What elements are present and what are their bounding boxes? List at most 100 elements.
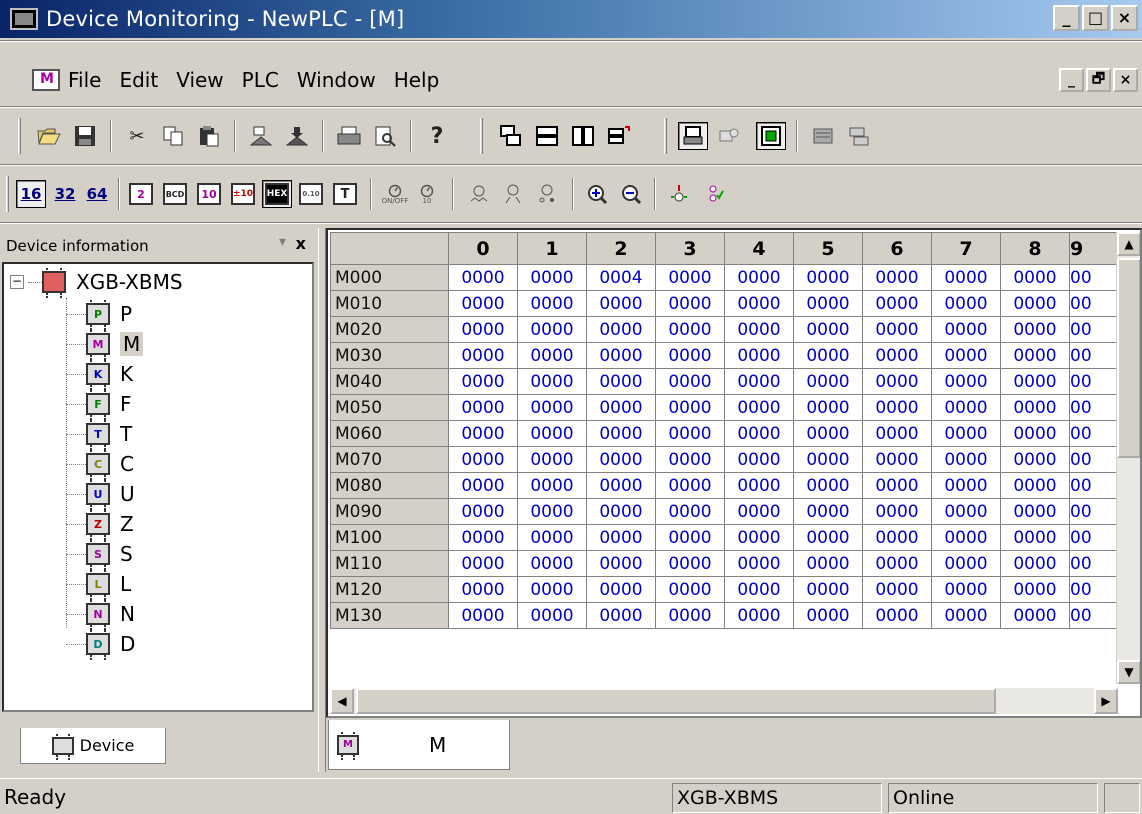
tree-root-node[interactable]: − XGB-XBMS bbox=[10, 268, 183, 296]
column-header[interactable]: 2 bbox=[586, 232, 656, 265]
menu-edit[interactable]: Edit bbox=[119, 68, 158, 92]
maximize-button[interactable]: □ bbox=[1082, 5, 1109, 31]
value-cell[interactable]: 0000 bbox=[586, 498, 656, 525]
value-cell[interactable]: 0000 bbox=[517, 576, 587, 603]
value-cell[interactable]: 0000 bbox=[517, 550, 587, 577]
value-cell[interactable]: 0000 bbox=[448, 420, 518, 447]
value-cell[interactable]: 0000 bbox=[862, 368, 932, 395]
tab-device[interactable]: Device bbox=[20, 728, 166, 764]
value-cell[interactable]: 0000 bbox=[448, 290, 518, 317]
value-cell[interactable]: 0000 bbox=[1000, 368, 1070, 395]
value-cell[interactable]: 0000 bbox=[862, 602, 932, 629]
force-icon[interactable] bbox=[698, 180, 728, 208]
scroll-left-icon[interactable]: ◀ bbox=[330, 688, 354, 714]
column-header[interactable]: 7 bbox=[931, 232, 1001, 265]
value-cell[interactable]: 0000 bbox=[862, 446, 932, 473]
value-cell[interactable]: 0000 bbox=[793, 446, 863, 473]
value-cell[interactable]: 0000 bbox=[862, 498, 932, 525]
value-cell[interactable]: 0000 bbox=[517, 342, 587, 369]
value-cell[interactable]: 0000 bbox=[793, 316, 863, 343]
print-preview-icon[interactable] bbox=[370, 122, 400, 150]
value-cell[interactable]: 0000 bbox=[793, 264, 863, 291]
value-cell[interactable]: 0000 bbox=[931, 576, 1001, 603]
tree-item-z[interactable]: Z Z bbox=[86, 510, 134, 538]
value-cell[interactable]: 0000 bbox=[931, 602, 1001, 629]
zoom-out-icon[interactable] bbox=[616, 180, 646, 208]
format-real-button[interactable]: 0.10 bbox=[296, 180, 326, 208]
tree-item-n[interactable]: N N bbox=[86, 600, 135, 628]
column-header[interactable]: 6 bbox=[862, 232, 932, 265]
tree-item-k[interactable]: K K bbox=[86, 360, 133, 388]
value-cell[interactable]: 0000 bbox=[448, 524, 518, 551]
mdi-restore-button[interactable]: 🗗 bbox=[1086, 68, 1111, 92]
value-cell[interactable]: 0000 bbox=[448, 576, 518, 603]
on-off-button[interactable]: ON/OFF bbox=[380, 180, 410, 208]
value-cell[interactable]: 0000 bbox=[724, 550, 794, 577]
value-cell[interactable]: 0000 bbox=[655, 472, 725, 499]
value-cell[interactable]: 0000 bbox=[448, 264, 518, 291]
value-cell[interactable]: 0000 bbox=[655, 368, 725, 395]
value-cell[interactable]: 0000 bbox=[793, 602, 863, 629]
value-cell[interactable]: 0000 bbox=[931, 472, 1001, 499]
collapse-icon[interactable]: − bbox=[10, 275, 24, 289]
value-cell[interactable]: 0000 bbox=[448, 446, 518, 473]
value-cell[interactable]: 0000 bbox=[862, 394, 932, 421]
value-10-button[interactable]: 10 bbox=[412, 180, 442, 208]
column-header[interactable]: 0 bbox=[448, 232, 518, 265]
format-16bit-button[interactable]: 16 bbox=[16, 180, 46, 208]
value-cell[interactable]: 0000 bbox=[724, 602, 794, 629]
value-cell[interactable]: 0000 bbox=[448, 342, 518, 369]
value-cell[interactable]: 0000 bbox=[931, 498, 1001, 525]
value-cell[interactable]: 0000 bbox=[724, 498, 794, 525]
value-cell[interactable]: 0000 bbox=[1000, 316, 1070, 343]
connect-icon[interactable] bbox=[678, 122, 708, 150]
value-cell[interactable]: 0000 bbox=[517, 446, 587, 473]
value-cell[interactable]: 0000 bbox=[448, 368, 518, 395]
value-cell[interactable]: 0000 bbox=[862, 524, 932, 551]
value-cell[interactable]: 0000 bbox=[586, 420, 656, 447]
close-panel-icon[interactable]: x bbox=[296, 234, 306, 253]
tree-item-d[interactable]: D D bbox=[86, 630, 135, 658]
format-hex-button[interactable]: HEX bbox=[262, 180, 292, 208]
value-cell[interactable]: 0000 bbox=[586, 368, 656, 395]
value-cell[interactable]: 0000 bbox=[1000, 264, 1070, 291]
menu-view[interactable]: View bbox=[176, 68, 223, 92]
value-cell[interactable]: 0000 bbox=[586, 342, 656, 369]
value-cell[interactable]: 0000 bbox=[931, 550, 1001, 577]
value-cell[interactable]: 0000 bbox=[448, 472, 518, 499]
value-cell[interactable]: 0000 bbox=[862, 420, 932, 447]
menu-help[interactable]: Help bbox=[394, 68, 440, 92]
open-icon[interactable] bbox=[34, 122, 64, 150]
value-cell[interactable]: 0000 bbox=[724, 368, 794, 395]
value-cell[interactable]: 0000 bbox=[931, 316, 1001, 343]
format-32bit-button[interactable]: 32 bbox=[50, 180, 80, 208]
value-cell[interactable]: 0000 bbox=[931, 446, 1001, 473]
value-cell[interactable]: 0000 bbox=[1000, 472, 1070, 499]
write-icon[interactable] bbox=[808, 122, 838, 150]
value-cell[interactable]: 0000 bbox=[724, 394, 794, 421]
value-cell[interactable]: 0000 bbox=[724, 446, 794, 473]
value-cell[interactable]: 0000 bbox=[931, 290, 1001, 317]
scroll-thumb[interactable] bbox=[356, 688, 996, 714]
value-cell[interactable]: 0000 bbox=[517, 394, 587, 421]
value-cell[interactable]: 0000 bbox=[724, 290, 794, 317]
value-cell[interactable]: 0000 bbox=[793, 290, 863, 317]
value-cell[interactable]: 0000 bbox=[793, 524, 863, 551]
value-cell[interactable]: 0000 bbox=[586, 394, 656, 421]
value-cell[interactable]: 0000 bbox=[448, 316, 518, 343]
value-cell[interactable]: 0000 bbox=[655, 342, 725, 369]
format-signed-decimal-button[interactable]: ±10 bbox=[228, 180, 258, 208]
value-cell[interactable]: 0000 bbox=[655, 394, 725, 421]
tree-item-m[interactable]: M M bbox=[86, 330, 144, 358]
value-cell[interactable]: 0000 bbox=[724, 524, 794, 551]
title-bar[interactable]: Device Monitoring - NewPLC - [M] _ □ × bbox=[0, 0, 1142, 38]
paste-icon[interactable] bbox=[194, 122, 224, 150]
disconnect-icon[interactable] bbox=[714, 122, 744, 150]
value-cell[interactable]: 0000 bbox=[724, 316, 794, 343]
value-cell[interactable]: 0000 bbox=[1000, 524, 1070, 551]
column-header[interactable]: 4 bbox=[724, 232, 794, 265]
value-cell[interactable]: 0000 bbox=[586, 316, 656, 343]
value-cell[interactable]: 0000 bbox=[1000, 342, 1070, 369]
value-cell[interactable]: 0000 bbox=[517, 264, 587, 291]
tree-item-p[interactable]: P P bbox=[86, 300, 132, 328]
